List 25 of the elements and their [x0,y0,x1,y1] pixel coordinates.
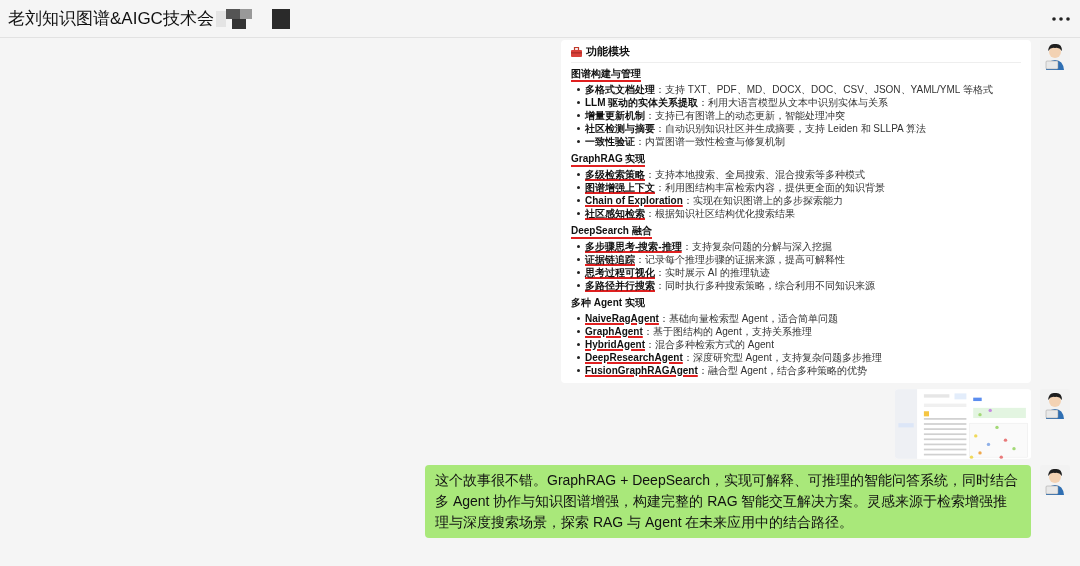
feature-item: 一致性验证：内置图谱一致性检查与修复机制 [585,135,785,148]
feature-item: FusionGraphRAGAgent：融合型 Agent，结合多种策略的优势 [585,364,867,377]
feature-item: 图谱增强上下文：利用图结构丰富检索内容，提供更全面的知识背景 [585,181,885,194]
feature-item: GraphAgent：基于图结构的 Agent，支持关系推理 [585,325,812,338]
feature-item: 证据链追踪：记录每个推理步骤的证据来源，提高可解释性 [585,253,845,266]
chat-title: 老刘知识图谱&AIGC技术会 [8,8,214,30]
feature-item: DeepResearchAgent：深度研究型 Agent，支持复杂问题多步推理 [585,351,882,364]
feature-item: Chain of Exploration：实现在知识图谱上的多步探索能力 [585,194,843,207]
feature-item: LLM 驱动的实体关系提取：利用大语言模型从文本中识别实体与关系 [585,96,889,109]
section-heading: DeepSearch 融合 [571,225,652,239]
feature-item: 增量更新机制：支持已有图谱上的动态更新，智能处理冲突 [585,109,845,122]
document-title: 功能模块 [586,44,630,59]
feature-item: 多路径并行搜索：同时执行多种搜索策略，综合利用不同知识来源 [585,279,875,292]
feature-item: HybridAgent：混合多种检索方式的 Agent [585,338,774,351]
feature-item: 社区检测与摘要：自动识别知识社区并生成摘要，支持 Leiden 和 SLLPA 算法 [585,122,926,135]
feature-item: 社区感知检索：根据知识社区结构优化搜索结果 [585,207,795,220]
section-heading: 图谱构建与管理 [571,68,641,82]
feature-item: 多级检索策略：支持本地搜索、全局搜索、混合搜索等多种模式 [585,168,865,181]
message-bubble: 这个故事很不错。GraphRAG + DeepSearch，实现可解释、可推理的智能问答系统，同时结合多 Agent 协作与知识图谱增强，构建完整的 RAG 智能交互解决方案。灵感来源于检索增强推理与深度搜索场景，探索 RAG 与 Agent 在未来应用中的结合路径。 [425,465,1031,538]
section-heading: GraphRAG 实现 [571,153,646,167]
section-heading: 多种 Agent 实现 [571,297,645,310]
feature-item: 多格式文档处理：支持 TXT、PDF、MD、DOCX、DOC、CSV、JSON、YAML/YML 等格式 [585,83,993,96]
feature-item: NaiveRagAgent：基础向量检索型 Agent，适合简单问题 [585,312,838,325]
feature-item: 思考过程可视化：实时展示 AI 的推理轨迹 [585,266,770,279]
feature-item: 多步骤思考-搜索-推理：支持复杂问题的分解与深入挖掘 [585,240,832,253]
